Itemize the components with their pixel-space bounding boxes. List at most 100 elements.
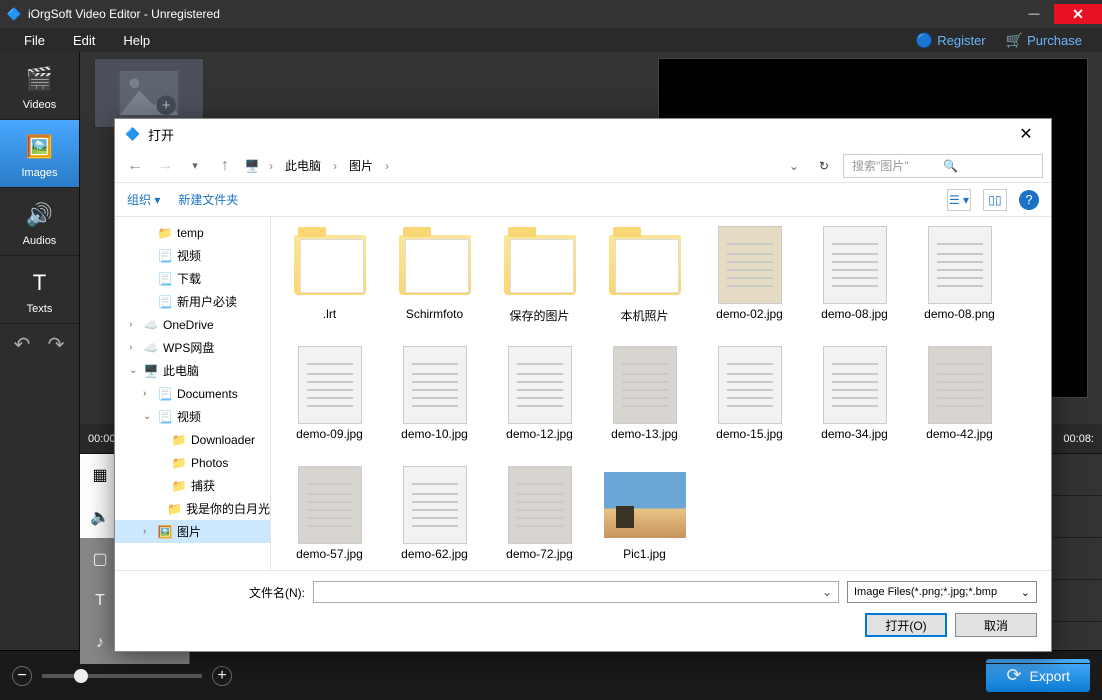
file-label: 保存的图片 [509,307,569,324]
tree-item[interactable]: 📃下载 [115,267,270,290]
tree-item[interactable]: 📁我是你的白月光 [115,497,270,520]
folder-icon [504,235,576,295]
window-title: iOrgSoft Video Editor - Unregistered [28,7,1014,21]
file-item[interactable]: .lrt [277,225,382,345]
rail-images[interactable]: 🖼️ Images [0,120,79,188]
tree-item[interactable]: ⌄📃视频 [115,405,270,428]
file-item[interactable]: demo-02.jpg [697,225,802,345]
cloud-icon: ☁️ [143,341,159,355]
file-label: demo-62.jpg [401,547,468,561]
rail-videos[interactable]: 🎬Videos [0,52,79,120]
file-item[interactable]: demo-13.jpg [592,345,697,465]
chevron-icon: › [129,342,139,353]
crumb-2[interactable]: 图片 [345,157,377,174]
filename-label: 文件名(N): [129,584,305,601]
dialog-close-button[interactable]: ✕ [1011,124,1041,144]
file-item[interactable]: demo-42.jpg [907,345,1012,465]
path-dropdown[interactable]: ⌄ [783,159,805,173]
tree-item[interactable]: ›☁️OneDrive [115,313,270,336]
chevron-icon: ⌄ [143,411,153,422]
title-bar: 🔷 iOrgSoft Video Editor - Unregistered —… [0,0,1102,28]
tree-label: 我是你的白月光 [186,500,270,517]
images-icon: 🖼️ [18,129,62,165]
file-item[interactable]: Schirmfoto [382,225,487,345]
folder-icon: 📁 [171,433,187,447]
txt-icon: 📃 [157,295,173,309]
menu-edit[interactable]: Edit [59,33,109,48]
file-item[interactable]: demo-34.jpg [802,345,907,465]
dialog-toolbar: 组织 ▾ 新建文件夹 ☰ ▾ ▯▯ ? [115,183,1051,217]
open-button[interactable]: 打开(O) [865,613,947,637]
document-thumb [718,346,782,424]
folder-icon: 📁 [171,456,187,470]
menu-file[interactable]: File [10,33,59,48]
document-thumb [823,346,887,424]
rail-audios[interactable]: 🔊Audios [0,188,79,256]
search-box[interactable]: 搜索"图片" 🔍 [843,154,1043,178]
file-item[interactable]: demo-57.jpg [277,465,382,570]
file-label: demo-57.jpg [296,547,363,561]
refresh-button[interactable]: ↻ [811,159,837,173]
tree-item[interactable]: 📁Downloader [115,428,270,451]
tree-item[interactable]: 📁捕获 [115,474,270,497]
nav-fwd-button[interactable]: → [153,157,177,175]
document-thumb [508,346,572,424]
undo-button[interactable]: ↶ [8,330,36,358]
tree-label: 视频 [177,408,201,425]
file-item[interactable]: demo-09.jpg [277,345,382,465]
zoom-in-button[interactable]: + [212,666,232,686]
minimize-button[interactable]: — [1014,4,1054,24]
nav-back-button[interactable]: ← [123,157,147,175]
redo-button[interactable]: ↷ [42,330,70,358]
file-item[interactable]: 本机照片 [592,225,697,345]
view-mode-button[interactable]: ☰ ▾ [947,189,971,211]
organize-menu[interactable]: 组织 ▾ [127,191,160,208]
zoom-out-button[interactable]: − [12,666,32,686]
file-filter-select[interactable]: Image Files(*.png;*.jpg;*.bmp⌄ [847,581,1037,603]
rail-texts[interactable]: TTexts [0,256,79,324]
file-item[interactable]: demo-72.jpg [487,465,592,570]
register-link[interactable]: 🔵Register [906,32,996,49]
tree-item[interactable]: 📃视频 [115,244,270,267]
close-button[interactable]: ✕ [1054,4,1102,24]
help-button[interactable]: ? [1019,190,1039,210]
file-item[interactable]: demo-08.png [907,225,1012,345]
file-item[interactable]: demo-12.jpg [487,345,592,465]
nav-up-button[interactable]: ↑ [213,157,237,175]
dialog-body: 📁temp📃视频📃下载📃新用户必读›☁️OneDrive›☁️WPS网盘⌄🖥️此… [115,217,1051,570]
tree-label: 新用户必读 [177,293,237,310]
folder-icon: 📁 [171,479,187,493]
purchase-label: Purchase [1027,33,1082,48]
menu-help[interactable]: Help [109,33,164,48]
cancel-button[interactable]: 取消 [955,613,1037,637]
tree-item[interactable]: ›📃Documents [115,382,270,405]
crumb-1[interactable]: 此电脑 [281,157,325,174]
preview-pane-button[interactable]: ▯▯ [983,189,1007,211]
file-item[interactable]: demo-10.jpg [382,345,487,465]
file-item[interactable]: demo-15.jpg [697,345,802,465]
zoom-slider[interactable] [42,674,202,678]
tree-item[interactable]: 📃 新用户必读 [115,290,270,313]
new-folder-button[interactable]: 新建文件夹 [178,191,238,208]
nav-history-button[interactable]: ▾ [183,159,207,172]
filename-input[interactable]: ⌄ [313,581,839,603]
folder-icon: 📁 [157,226,173,240]
document-thumb [403,466,467,544]
file-label: Schirmfoto [406,307,463,321]
purchase-link[interactable]: 🛒Purchase [996,32,1092,49]
tree-item[interactable]: ›☁️WPS网盘 [115,336,270,359]
chevron-icon: › [143,526,153,537]
tree-label: 下载 [177,270,201,287]
tree-item[interactable]: 📁Photos [115,451,270,474]
tree-item[interactable]: ⌄🖥️此电脑 [115,359,270,382]
file-item[interactable]: demo-08.jpg [802,225,907,345]
filter-label: Image Files(*.png;*.jpg;*.bmp [854,586,997,598]
tree-item[interactable]: ›🖼️图片 [115,520,270,543]
rail-images-label: Images [21,167,57,179]
file-item[interactable]: Pic1.jpg [592,465,697,570]
file-item[interactable]: demo-62.jpg [382,465,487,570]
history-controls: ↶ ↷ [0,324,79,364]
file-item[interactable]: 保存的图片 [487,225,592,345]
tree-label: Documents [177,387,238,401]
tree-item[interactable]: 📁temp [115,221,270,244]
